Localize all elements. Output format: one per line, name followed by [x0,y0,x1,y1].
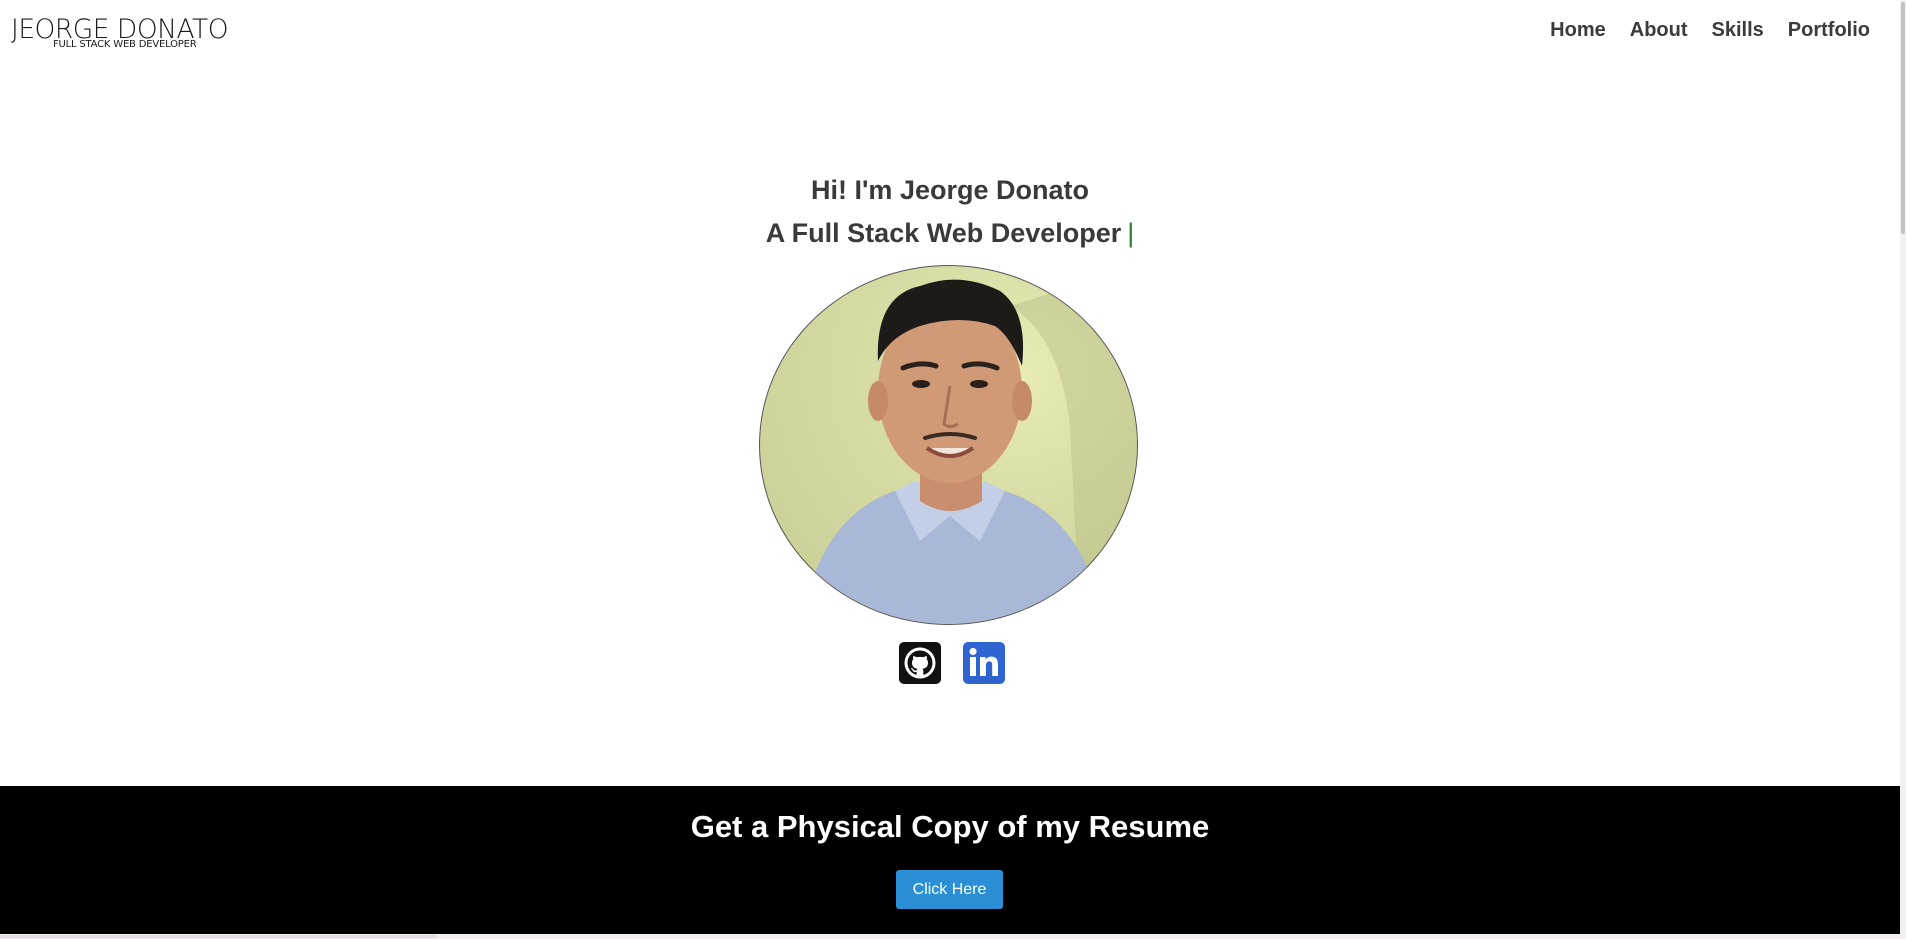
hero-role: A Full Stack Web Developer [765,218,1122,248]
social-links [0,642,1902,684]
github-icon [904,647,936,679]
scrollbar-thumb[interactable] [1901,2,1905,234]
site-header: JEORGE DONATO FULL STACK WEB DEVELOPER H… [0,0,1900,60]
portrait-illustration [800,266,1137,624]
profile-photo [759,265,1138,625]
github-link[interactable] [899,642,941,684]
main-nav: Home About Skills Portfolio [1538,16,1870,44]
hero-role-line: A Full Stack Web Developer | [0,216,1900,250]
resume-section: Get a Physical Copy of my Resume Click H… [0,786,1900,934]
hero-greeting: Hi! I'm Jeorge Donato [811,175,1089,205]
page: JEORGE DONATO FULL STACK WEB DEVELOPER H… [0,0,1906,939]
bottom-strip-bar [0,935,437,938]
linkedin-icon [969,647,998,676]
hero-section: Hi! I'm Jeorge Donato A Full Stack Web D… [0,60,1900,786]
bottom-strip [0,934,1900,939]
nav-portfolio[interactable]: Portfolio [1776,16,1870,44]
resume-title: Get a Physical Copy of my Resume [690,809,1210,844]
linkedin-link[interactable] [963,642,1005,684]
logo-tagline: FULL STACK WEB DEVELOPER [53,39,197,50]
nav-skills[interactable]: Skills [1700,16,1776,44]
vertical-scrollbar[interactable] [1900,0,1906,939]
site-logo[interactable]: JEORGE DONATO FULL STACK WEB DEVELOPER [11,16,231,52]
nav-about[interactable]: About [1618,16,1700,44]
typing-cursor: | [1127,218,1135,248]
resume-download-button[interactable]: Click Here [896,870,1003,909]
nav-home[interactable]: Home [1538,16,1618,44]
